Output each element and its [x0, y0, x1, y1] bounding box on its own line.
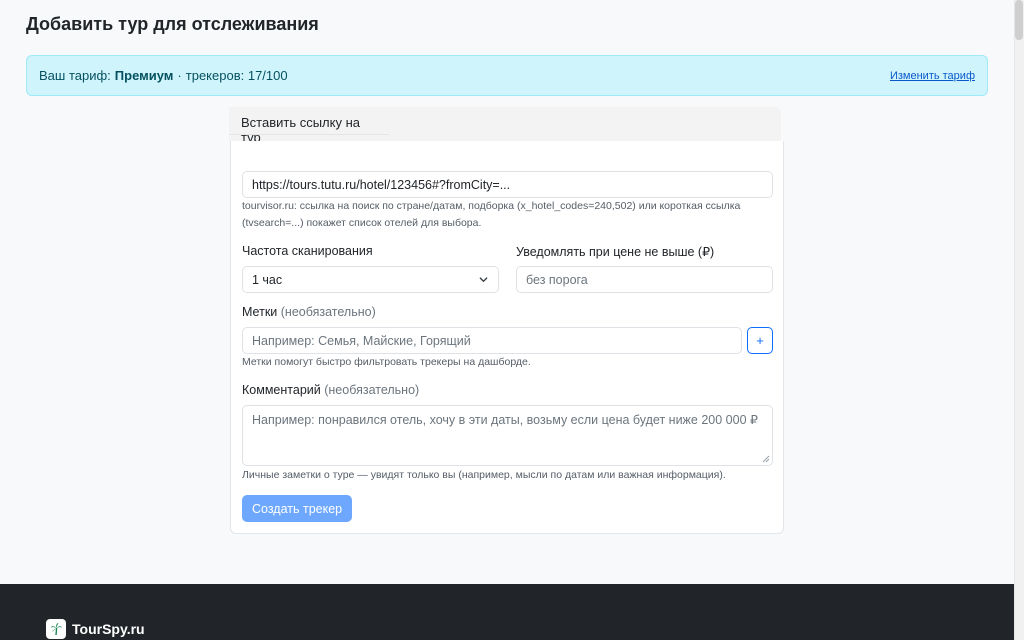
create-tracker-button[interactable]: Создать трекер	[242, 495, 353, 522]
plan-name: Премиум	[114, 68, 174, 83]
page-title: Добавить тур для отслеживания	[26, 14, 319, 34]
scrollbar-thumb[interactable]	[1015, 0, 1023, 40]
frequency-select[interactable]: 1 час	[242, 266, 499, 293]
tags-input[interactable]: Например: Семья, Майские, Горящий	[242, 327, 742, 354]
chevron-down-icon	[479, 277, 488, 282]
plan-banner: Ваш тариф: Премиум · трекеров: 17/100 Из…	[26, 55, 988, 96]
tags-optional: (необязательно)	[280, 305, 376, 319]
page: Добавить тур для отслеживания Ваш тариф:…	[0, 0, 1014, 640]
tags-label-text: Метки	[242, 305, 278, 319]
price-alert-input[interactable]: без порога	[516, 266, 773, 293]
resize-grip-icon[interactable]	[762, 455, 770, 463]
footer-logo[interactable]: TourSpy.ru	[46, 619, 145, 639]
price-alert-label: Уведомлять при цене не выше (₽)	[516, 245, 715, 259]
palm-tree-icon	[46, 619, 66, 639]
footer-brand: TourSpy.ru	[72, 621, 145, 637]
tab-strip: Вставить ссылку на тур	[229, 107, 781, 145]
tags-label: Метки (необязательно)	[242, 305, 376, 319]
frequency-value: 1 час	[252, 272, 283, 287]
tour-url-hint: tourvisor.ru: ссылка на поиск по стране/…	[242, 200, 741, 229]
frequency-label: Частота сканирования	[242, 244, 373, 258]
tour-url-value: https://tours.tutu.ru/hotel/123456#?from…	[252, 177, 511, 192]
comment-optional: (необязательно)	[324, 383, 420, 397]
footer: TourSpy.ru	[0, 584, 1014, 640]
comment-label: Комментарий (необязательно)	[242, 383, 419, 397]
tags-hint: Метки помогут быстро фильтровать трекеры…	[242, 356, 531, 368]
plan-label: Ваш тариф:	[39, 68, 111, 83]
plan-separator: ·	[177, 68, 182, 83]
comment-textarea[interactable]: Например: понравился отель, хочу в эти д…	[242, 405, 773, 466]
comment-label-text: Комментарий	[242, 383, 321, 397]
comment-hint: Личные заметки о туре — увидят только вы…	[242, 469, 726, 481]
page-scrollbar[interactable]	[1014, 0, 1024, 640]
tags-placeholder: Например: Семья, Майские, Горящий	[252, 333, 471, 348]
tour-url-input[interactable]: https://tours.tutu.ru/hotel/123456#?from…	[242, 171, 773, 198]
change-plan-link[interactable]: Изменить тариф	[890, 70, 975, 82]
price-alert-placeholder: без порога	[526, 272, 588, 287]
add-tag-button[interactable]: +	[747, 327, 773, 354]
comment-placeholder: Например: понравился отель, хочу в эти д…	[252, 413, 758, 427]
plan-trackers: трекеров: 17/100	[185, 68, 288, 83]
tab-paste-link[interactable]: Вставить ссылку на тур	[229, 107, 389, 145]
tracker-form-card: https://tours.tutu.ru/hotel/123456#?from…	[230, 141, 784, 534]
